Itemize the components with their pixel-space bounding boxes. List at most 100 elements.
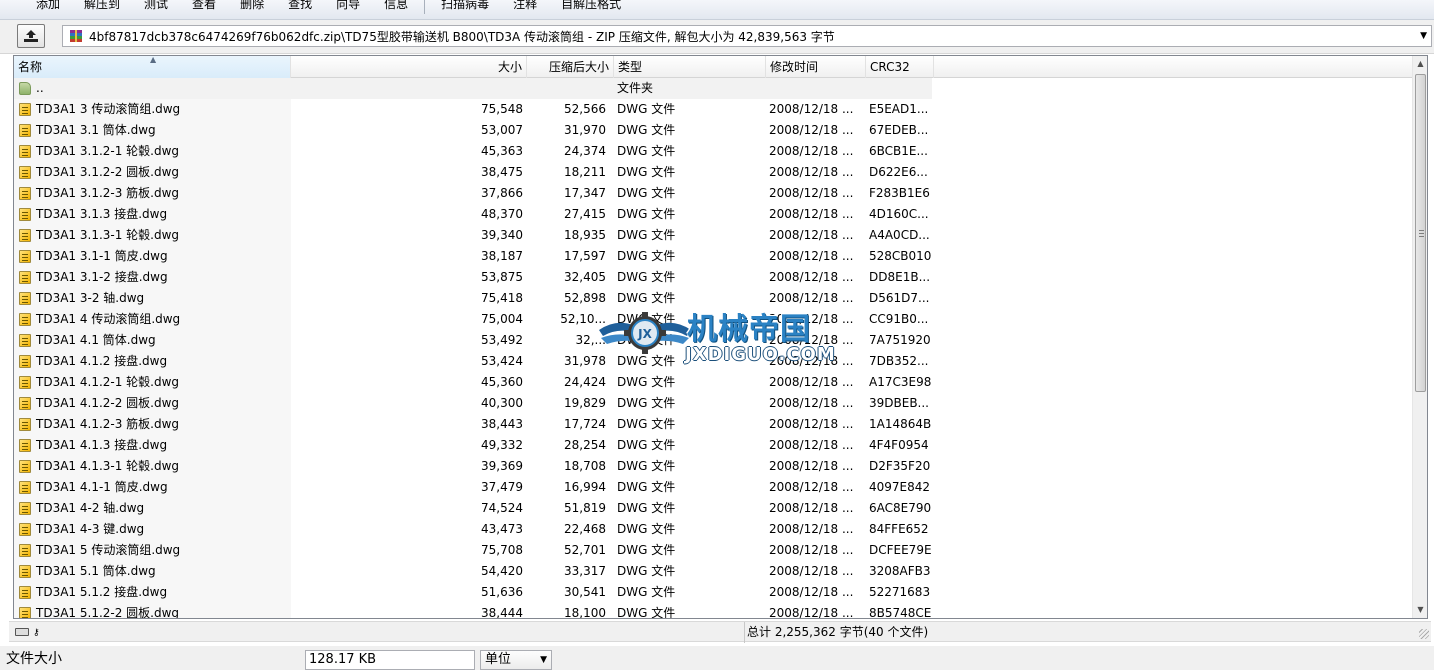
dwg-file-icon — [19, 145, 31, 158]
file-row[interactable]: TD3A1 3.1.2-3 筋板.dwg 37,866 17,347 DWG 文件 20… — [14, 183, 1414, 204]
resize-grip-icon[interactable] — [1419, 629, 1429, 639]
column-crc-header[interactable]: CRC32 — [866, 56, 934, 78]
file-size: 53,007 — [481, 123, 523, 137]
toolbar-button[interactable]: 信息 — [372, 0, 420, 10]
file-row[interactable]: TD3A1 4.1.3 接盘.dwg 49,332 28,254 DWG 文件 2008… — [14, 435, 1414, 456]
file-row[interactable]: TD3A1 4.1 筒体.dwg 53,492 32,... DWG 文件 2008/1… — [14, 330, 1414, 351]
file-size-field[interactable]: 128.17 KB — [305, 650, 475, 670]
file-row[interactable]: TD3A1 4.1.2-3 筋板.dwg 38,443 17,724 DWG 文件 20… — [14, 414, 1414, 435]
dwg-file-icon — [19, 481, 31, 494]
vertical-scrollbar[interactable]: ▲ ▼ — [1412, 56, 1427, 618]
file-row[interactable]: TD3A1 3-2 轴.dwg 75,418 52,898 DWG 文件 2008/12… — [14, 288, 1414, 309]
up-folder-button[interactable] — [17, 24, 45, 48]
file-row[interactable]: TD3A1 3.1.2-2 圆板.dwg 38,475 18,211 DWG 文件 20… — [14, 162, 1414, 183]
file-row[interactable]: TD3A1 5 传动滚筒组.dwg 75,708 52,701 DWG 文件 2008/… — [14, 540, 1414, 561]
scrollbar-thumb[interactable] — [1415, 74, 1426, 392]
toolbar-button[interactable]: 查找 — [276, 0, 324, 10]
chevron-down-icon[interactable]: ▼ — [1420, 31, 1427, 41]
toolbar-button[interactable]: 删除 — [228, 0, 276, 10]
file-row[interactable]: TD3A1 4 传动滚筒组.dwg 75,004 52,10... DWG 文件 200… — [14, 309, 1414, 330]
file-row[interactable]: TD3A1 3.1.3 接盘.dwg 48,370 27,415 DWG 文件 2008… — [14, 204, 1414, 225]
file-row[interactable]: TD3A1 5.1 筒体.dwg 54,420 33,317 DWG 文件 2008/1… — [14, 561, 1414, 582]
file-name: TD3A1 5.1 筒体.dwg — [36, 564, 156, 578]
column-type-label: 类型 — [618, 60, 643, 74]
file-crc: 67EDEB... — [869, 123, 929, 137]
toolbar-button[interactable]: 注释 — [501, 0, 549, 10]
dwg-file-icon — [19, 208, 31, 221]
scroll-up-icon[interactable]: ▲ — [1413, 56, 1427, 72]
dwg-file-icon — [19, 397, 31, 410]
file-crc: 4F4F0954 — [869, 438, 929, 452]
key-icon[interactable]: ⚷ — [33, 629, 40, 638]
file-type: DWG 文件 — [617, 522, 676, 536]
column-type-header[interactable]: 类型 — [614, 56, 766, 78]
file-crc: D561D7... — [869, 291, 930, 305]
file-name: TD3A1 3 传动滚筒组.dwg — [36, 102, 181, 116]
file-name-cell: TD3A1 4.1.2-2 圆板.dwg — [14, 393, 291, 414]
file-row[interactable]: TD3A1 3.1 筒体.dwg 53,007 31,970 DWG 文件 2008/1… — [14, 120, 1414, 141]
address-combobox[interactable]: 4bf87817dcb378c6474269f76b062dfc.zip\TD7… — [62, 25, 1432, 47]
toolbar-button[interactable]: 扫描病毒 — [429, 0, 501, 10]
file-row[interactable]: TD3A1 5.1.2-2 圆板.dwg 38,444 18,100 DWG 文件 20… — [14, 603, 1414, 618]
column-size-header[interactable]: 大小 — [291, 56, 527, 78]
file-row[interactable]: TD3A1 3 传动滚筒组.dwg 75,548 52,566 DWG 文件 2008/… — [14, 99, 1414, 120]
toolbar-button[interactable]: 测试 — [132, 0, 180, 10]
column-name-header[interactable]: 名称 ▲ — [14, 56, 291, 78]
dwg-file-icon — [19, 355, 31, 368]
file-row[interactable]: TD3A1 3.1.2-1 轮毂.dwg 45,363 24,374 DWG 文件 20… — [14, 141, 1414, 162]
file-name-cell: TD3A1 5 传动滚筒组.dwg — [14, 540, 291, 561]
toolbar-button[interactable]: 解压到 — [72, 0, 132, 10]
file-type: DWG 文件 — [617, 102, 676, 116]
file-row[interactable]: TD3A1 3.1-1 筒皮.dwg 38,187 17,597 DWG 文件 2008… — [14, 246, 1414, 267]
file-name-cell: TD3A1 3.1-2 接盘.dwg — [14, 267, 291, 288]
file-row[interactable]: TD3A1 3.1.3-1 轮毂.dwg 39,340 18,935 DWG 文件 20… — [14, 225, 1414, 246]
toolbar-button[interactable]: 添加 — [0, 0, 72, 10]
file-modified: 2008/12/18 ... — [769, 270, 854, 284]
dwg-file-icon — [19, 502, 31, 515]
file-name: TD3A1 4.1-1 筒皮.dwg — [36, 480, 168, 494]
file-packed-size: 17,724 — [564, 417, 606, 431]
toolbar-button[interactable]: 向导 — [324, 0, 372, 10]
column-size-label: 大小 — [497, 60, 522, 74]
unit-select[interactable]: 单位 ▼ — [480, 650, 552, 670]
file-row[interactable]: TD3A1 4.1.2 接盘.dwg 53,424 31,978 DWG 文件 2008… — [14, 351, 1414, 372]
parent-folder-row[interactable]: .. 文件夹 — [14, 78, 932, 99]
file-type: DWG 文件 — [617, 333, 676, 347]
file-list: 名称 ▲ 大小 压缩后大小 类型 修改时间 CRC32 .. 文件夹 TD3A1… — [13, 55, 1428, 619]
file-row[interactable]: TD3A1 5.1.2 接盘.dwg 51,636 30,541 DWG 文件 2008… — [14, 582, 1414, 603]
file-crc: A17C3E98 — [869, 375, 932, 389]
file-row[interactable]: TD3A1 4-2 轴.dwg 74,524 51,819 DWG 文件 2008/12… — [14, 498, 1414, 519]
column-header: 名称 ▲ 大小 压缩后大小 类型 修改时间 CRC32 — [14, 56, 1414, 78]
drive-icon[interactable] — [15, 628, 29, 636]
file-row[interactable]: TD3A1 3.1-2 接盘.dwg 53,875 32,405 DWG 文件 2008… — [14, 267, 1414, 288]
file-packed-size: 19,829 — [564, 396, 606, 410]
file-name-cell: TD3A1 3.1.2-2 圆板.dwg — [14, 162, 291, 183]
file-name-cell: TD3A1 3 传动滚筒组.dwg — [14, 99, 291, 120]
file-size: 51,636 — [481, 585, 523, 599]
file-row[interactable]: TD3A1 4.1.2-2 圆板.dwg 40,300 19,829 DWG 文件 20… — [14, 393, 1414, 414]
file-name: TD3A1 3.1.2-1 轮毂.dwg — [36, 144, 180, 158]
file-type: DWG 文件 — [617, 291, 676, 305]
file-modified: 2008/12/18 ... — [769, 312, 854, 326]
toolbar-button[interactable]: 查看 — [180, 0, 228, 10]
file-packed-size: 52,566 — [564, 102, 606, 116]
file-row[interactable]: TD3A1 4.1.2-1 轮毂.dwg 45,360 24,424 DWG 文件 20… — [14, 372, 1414, 393]
file-row[interactable]: TD3A1 4-3 键.dwg 43,473 22,468 DWG 文件 2008/12… — [14, 519, 1414, 540]
parent-folder-label: .. — [36, 81, 44, 95]
file-packed-size: 17,597 — [564, 249, 606, 263]
file-row[interactable]: TD3A1 4.1.3-1 轮毂.dwg 39,369 18,708 DWG 文件 20… — [14, 456, 1414, 477]
file-crc: 3208AFB3 — [869, 564, 931, 578]
file-row[interactable]: TD3A1 4.1-1 筒皮.dwg 37,479 16,994 DWG 文件 2008… — [14, 477, 1414, 498]
column-modified-header[interactable]: 修改时间 — [766, 56, 866, 78]
dwg-file-icon — [19, 124, 31, 137]
file-name-cell: TD3A1 4 传动滚筒组.dwg — [14, 309, 291, 330]
file-modified: 2008/12/18 ... — [769, 333, 854, 347]
file-name: TD3A1 4.1 筒体.dwg — [36, 333, 156, 347]
scroll-down-icon[interactable]: ▼ — [1413, 602, 1427, 618]
column-packed-header[interactable]: 压缩后大小 — [527, 56, 614, 78]
file-type: DWG 文件 — [617, 375, 676, 389]
file-type: DWG 文件 — [617, 543, 676, 557]
dwg-file-icon — [19, 250, 31, 263]
dwg-file-icon — [19, 376, 31, 389]
toolbar-button[interactable]: 自解压格式 — [549, 0, 633, 10]
